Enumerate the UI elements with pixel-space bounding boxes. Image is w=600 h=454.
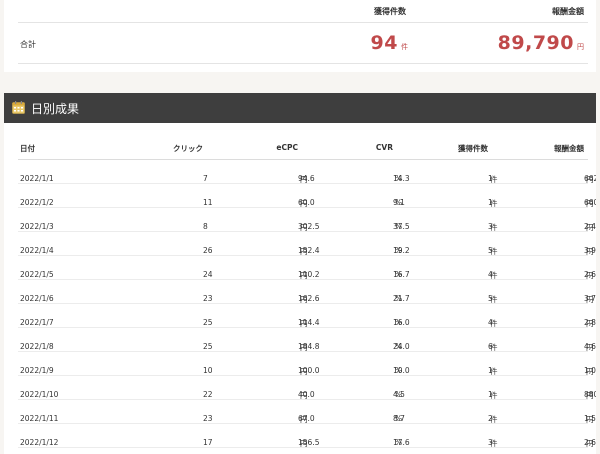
cell-date-value: 2022/1/11 [20, 414, 59, 423]
cell-cvr-unit: % [395, 342, 403, 351]
cell-click-value: 22 [203, 390, 213, 399]
table-row: 2022/1/725114.4円16.0%4件2,860円 [18, 304, 596, 328]
table-row: 2022/1/426152.4円19.2%5件3,962円 [18, 232, 596, 256]
table-row: 2022/1/1 7 94.6 円 14.3% 1 件 662 円 [18, 160, 596, 184]
summary-card: 獲得件数 報酬金額 合計 94 件 89,790 円 [4, 0, 596, 72]
cell-click-value: 24 [203, 270, 213, 279]
summary-header-count: 獲得件数 [374, 7, 406, 16]
summary-table: 獲得件数 報酬金額 合計 94 件 89,790 円 [18, 0, 588, 64]
table-row: 2022/1/910100.0円10.0%1件1,000円 [18, 352, 596, 376]
table-row: 2022/1/623162.6円21.7%5件3,740円 [18, 280, 596, 304]
cell-click-value: 17 [203, 438, 213, 447]
cell-click-value: 8 [203, 222, 208, 231]
summary-count-value: 94 [370, 32, 398, 54]
summary-total-count: 94 件 [371, 32, 408, 54]
table-row: 2022/1/112367.0円8.7%2件1,540円 [18, 400, 596, 424]
daily-results-header: 日別成果 [4, 93, 596, 123]
column-header-click[interactable]: クリック [173, 143, 203, 154]
table-row: 2022/1/1325180.9円16.0%4件4,522円 [18, 448, 588, 454]
column-header-amount[interactable]: 報酬金額 [554, 143, 584, 154]
summary-header-amount: 報酬金額 [552, 7, 584, 16]
summary-amount-unit: 円 [577, 43, 584, 51]
calendar-icon [12, 101, 25, 114]
cell-date-value: 2022/1/8 [20, 342, 54, 351]
cell-cvr-unit: % [395, 174, 403, 183]
table-row: 2022/1/2 11 60.0 円 9.1% 1 件 660 円 [18, 184, 596, 208]
cell-date-value: 2022/1/7 [20, 318, 54, 327]
cell-cvr-unit: % [395, 198, 403, 207]
cell-date-value: 2022/1/12 [20, 438, 59, 447]
column-header-date[interactable]: 日付 [20, 143, 35, 154]
daily-results-title: 日別成果 [31, 102, 80, 116]
cell-date-value: 2022/1/9 [20, 366, 54, 375]
cell-cvr-unit: % [395, 246, 403, 255]
summary-total-amount: 89,790 円 [498, 32, 584, 54]
cell-click-value: 7 [203, 174, 208, 183]
column-header-cvr[interactable]: CVR [376, 143, 393, 152]
cell-cvr-unit: % [395, 270, 403, 279]
cell-cvr-unit: % [395, 366, 403, 375]
table-header-row: 日付 クリック eCPC CVR 獲得件数 報酬金額 [18, 136, 588, 160]
cell-click-value: 26 [203, 246, 213, 255]
summary-amount-value: 89,790 [497, 32, 574, 54]
summary-header-row: 獲得件数 報酬金額 [18, 0, 588, 23]
cell-cvr-unit: % [395, 390, 403, 399]
column-header-ecpc[interactable]: eCPC [276, 143, 298, 152]
table-row: 2022/1/38302.5円37.5%3件2,420円 [18, 208, 596, 232]
table-row: 2022/1/524110.2円16.7%4件2,644円 [18, 256, 596, 280]
cell-date-value: 2022/1/3 [20, 222, 54, 231]
summary-total-row: 合計 94 件 89,790 円 [18, 23, 588, 64]
daily-results-table: 日付 クリック eCPC CVR 獲得件数 報酬金額 2022/1/1 7 94.6… [18, 136, 596, 454]
cell-cvr-unit: % [395, 414, 403, 423]
summary-count-unit: 件 [401, 43, 408, 51]
cell-click-value: 11 [203, 198, 213, 207]
cell-date-value: 2022/1/2 [20, 198, 54, 207]
cell-date-value: 2022/1/4 [20, 246, 54, 255]
cell-date-value: 2022/1/5 [20, 270, 54, 279]
cell-click-value: 25 [203, 342, 213, 351]
cell-date-value: 2022/1/6 [20, 294, 54, 303]
cell-date-value: 2022/1/1 [20, 174, 54, 183]
cell-cvr-unit: % [395, 222, 403, 231]
table-row: 2022/1/1217156.5円17.6%3件2,660円 [18, 424, 596, 448]
summary-total-label: 合計 [20, 40, 36, 49]
cell-click-value: 23 [203, 294, 213, 303]
cell-click-value: 10 [203, 366, 213, 375]
column-header-count[interactable]: 獲得件数 [458, 143, 488, 154]
cell-date-value: 2022/1/10 [20, 390, 59, 399]
cell-cvr-unit: % [395, 294, 403, 303]
daily-results-card: 日別成果 日付 クリック eCPC CVR 獲得件数 報酬金額 2022/1/1… [4, 93, 596, 454]
cell-click-value: 25 [203, 318, 213, 327]
cell-click-value: 23 [203, 414, 213, 423]
cell-cvr-unit: % [395, 438, 403, 447]
table-row: 2022/1/10 22 40.0 円 4.5% 1 件 880 円 [18, 376, 596, 400]
table-row: 2022/1/825184.8円24.0%6件4,620円 [18, 328, 596, 352]
cell-cvr-unit: % [395, 318, 403, 327]
